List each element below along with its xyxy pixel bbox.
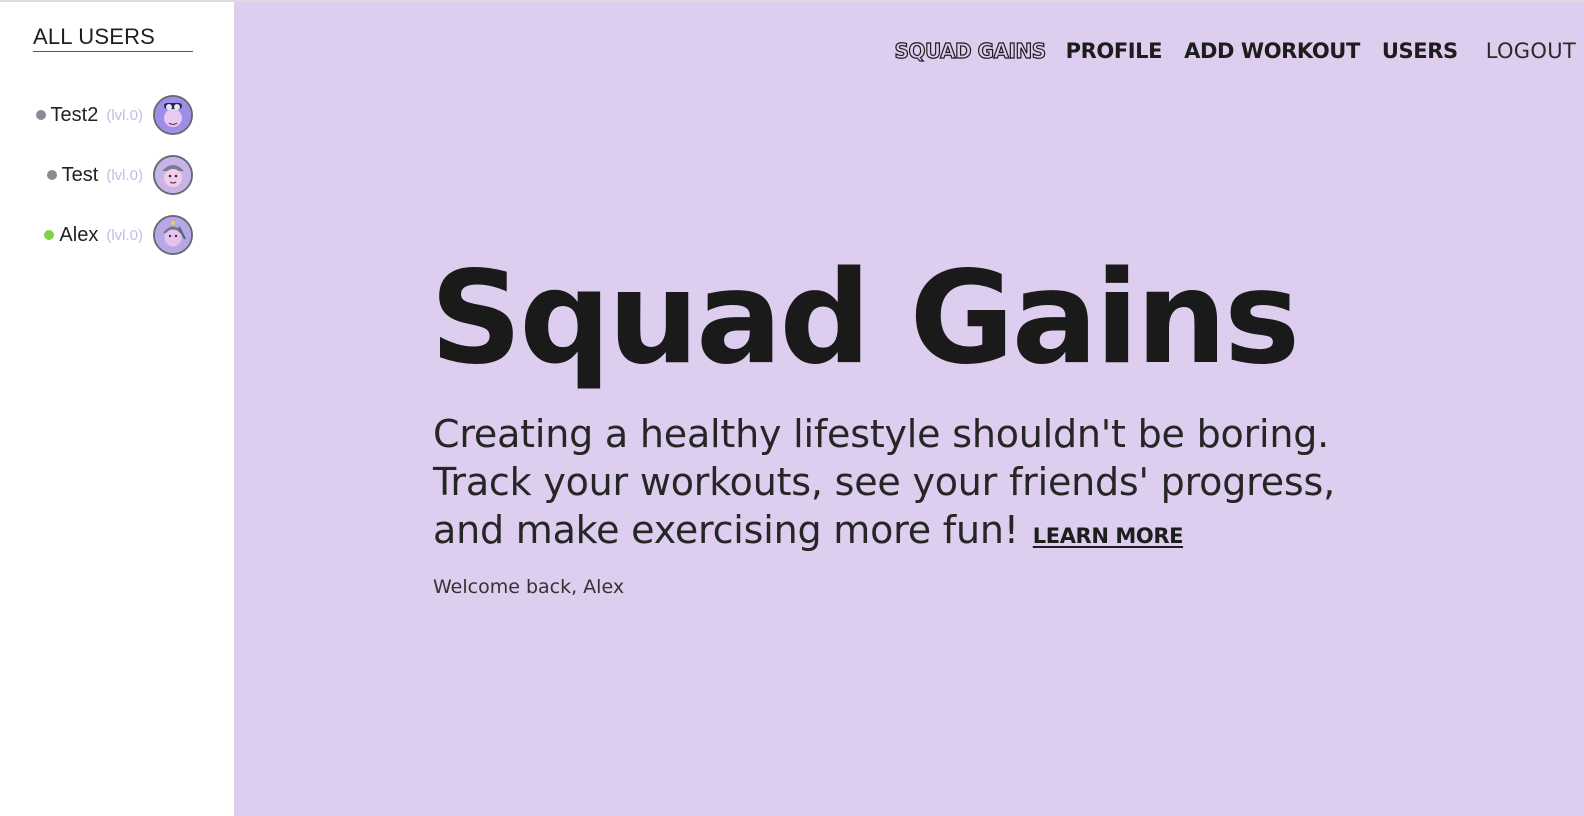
user-level: (lvl.0) [106,226,143,244]
hero-description: Creating a healthy lifestyle shouldn't b… [433,412,1335,552]
user-level: (lvl.0) [106,166,143,184]
users-sidebar: ALL USERS Test2 (lvl.0) Test (lvl.0) Ale… [0,2,234,816]
avatar-icon[interactable] [153,95,193,135]
status-dot [44,230,55,240]
user-item-alex[interactable]: Alex (lvl.0) [44,213,193,257]
user-name: Test2 [50,103,99,126]
user-name: Test [61,163,99,186]
status-dot [46,170,57,180]
hero-description-block: Creating a healthy lifestyle shouldn't b… [433,410,1393,560]
user-item-test2[interactable]: Test2 (lvl.0) [35,93,193,137]
avatar-icon[interactable] [153,155,193,195]
user-level: (lvl.0) [106,106,143,124]
user-name: Alex [59,223,99,246]
top-nav: SQUAD GAINS PROFILE ADD WORKOUT USERS LO… [894,36,1576,66]
app-window: ALL USERS Test2 (lvl.0) Test (lvl.0) Ale… [0,0,1584,816]
avatar-icon[interactable] [153,215,193,255]
sidebar-title: ALL USERS [33,24,193,52]
nav-profile[interactable]: PROFILE [1066,39,1163,63]
hero-title: Squad Gains [430,244,1300,393]
status-dot [35,110,46,120]
nav-add-workout[interactable]: ADD WORKOUT [1184,39,1360,63]
main-content: SQUAD GAINS PROFILE ADD WORKOUT USERS LO… [234,2,1584,816]
user-item-test[interactable]: Test (lvl.0) [46,153,193,197]
brand-logo[interactable]: SQUAD GAINS [894,38,1047,63]
learn-more-link[interactable]: LEARN MORE [1033,524,1184,548]
welcome-message: Welcome back, Alex [433,576,625,598]
nav-logout[interactable]: LOGOUT [1486,39,1576,63]
nav-users[interactable]: USERS [1382,39,1458,63]
